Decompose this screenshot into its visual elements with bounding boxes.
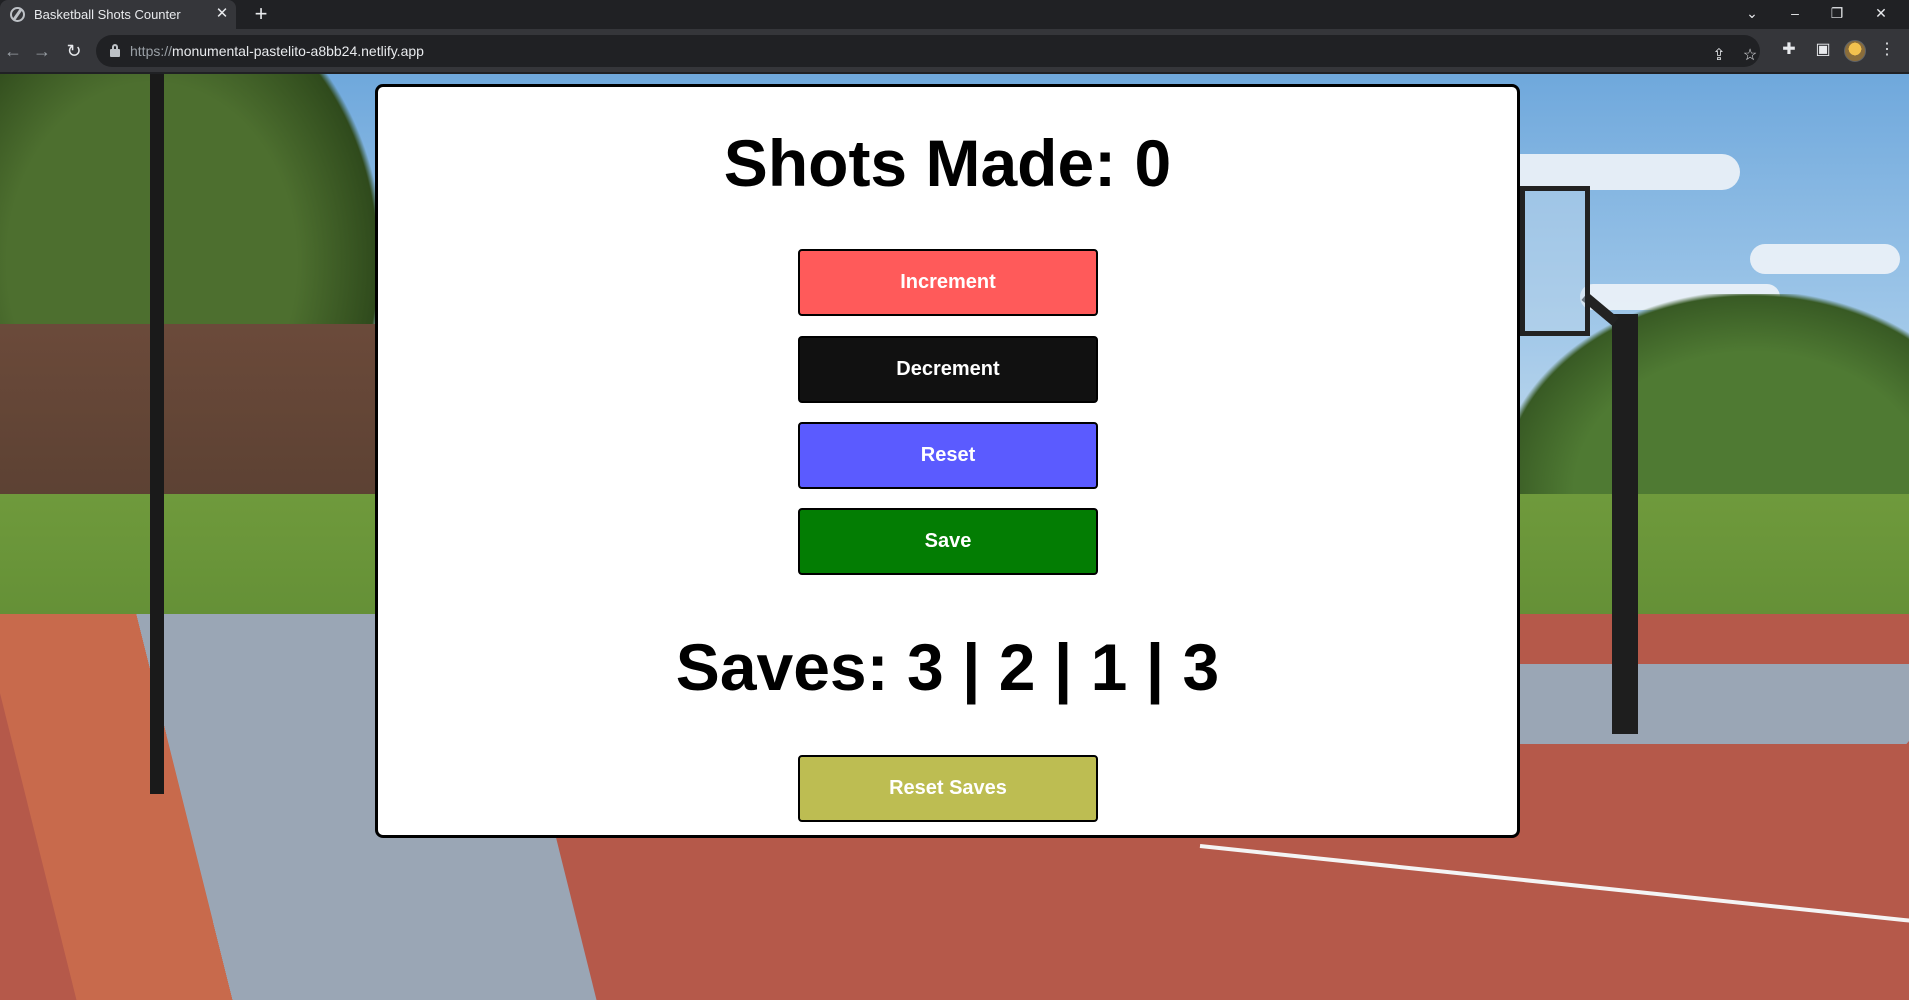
- url-text[interactable]: https://monumental-pastelito-a8bb24.netl…: [130, 43, 424, 59]
- reset-saves-button[interactable]: Reset Saves: [798, 755, 1098, 822]
- tab-title: Basketball Shots Counter: [34, 7, 181, 22]
- globe-icon: [10, 7, 25, 22]
- window-close-icon[interactable]: ✕: [1862, 0, 1900, 29]
- tab-strip: Basketball Shots Counter ✕ + ⌄ – ❐ ✕: [0, 0, 1909, 29]
- save-button[interactable]: Save: [798, 508, 1098, 575]
- reload-icon[interactable]: ↻: [61, 38, 87, 64]
- plus-icon[interactable]: +: [249, 2, 273, 26]
- minimize-icon[interactable]: –: [1776, 0, 1814, 29]
- puzzle-icon[interactable]: ✚: [1778, 39, 1800, 61]
- arrow-left-icon[interactable]: ←: [0, 38, 26, 64]
- side-panel-icon[interactable]: ▣: [1812, 39, 1834, 61]
- decrement-button[interactable]: Decrement: [798, 336, 1098, 403]
- arrow-right-icon[interactable]: →: [29, 38, 55, 64]
- lock-icon: [110, 44, 120, 57]
- saves-list: Saves: 3 | 2 | 1 | 3: [675, 630, 1220, 704]
- browser-toolbar: ← → ↻ https://monumental-pastelito-a8bb2…: [0, 29, 1909, 73]
- shots-made-heading: Shots Made: 0: [723, 126, 1172, 200]
- star-icon[interactable]: ☆: [1739, 45, 1761, 67]
- increment-button[interactable]: Increment: [798, 249, 1098, 316]
- counter-card: Shots Made: 0 Increment Decrement Reset …: [375, 84, 1520, 838]
- share-icon[interactable]: ⇪: [1708, 45, 1730, 67]
- reset-button[interactable]: Reset: [798, 422, 1098, 489]
- kebab-menu-icon[interactable]: ⋮: [1876, 39, 1898, 61]
- browser-tab[interactable]: Basketball Shots Counter ✕: [0, 0, 236, 29]
- chevron-down-icon[interactable]: ⌄: [1733, 0, 1771, 29]
- address-bar[interactable]: https://monumental-pastelito-a8bb24.netl…: [96, 35, 1760, 67]
- profile-avatar[interactable]: [1844, 40, 1866, 62]
- close-icon[interactable]: ✕: [212, 4, 232, 24]
- restore-icon[interactable]: ❐: [1818, 0, 1856, 29]
- page-viewport: Shots Made: 0 Increment Decrement Reset …: [0, 74, 1909, 1000]
